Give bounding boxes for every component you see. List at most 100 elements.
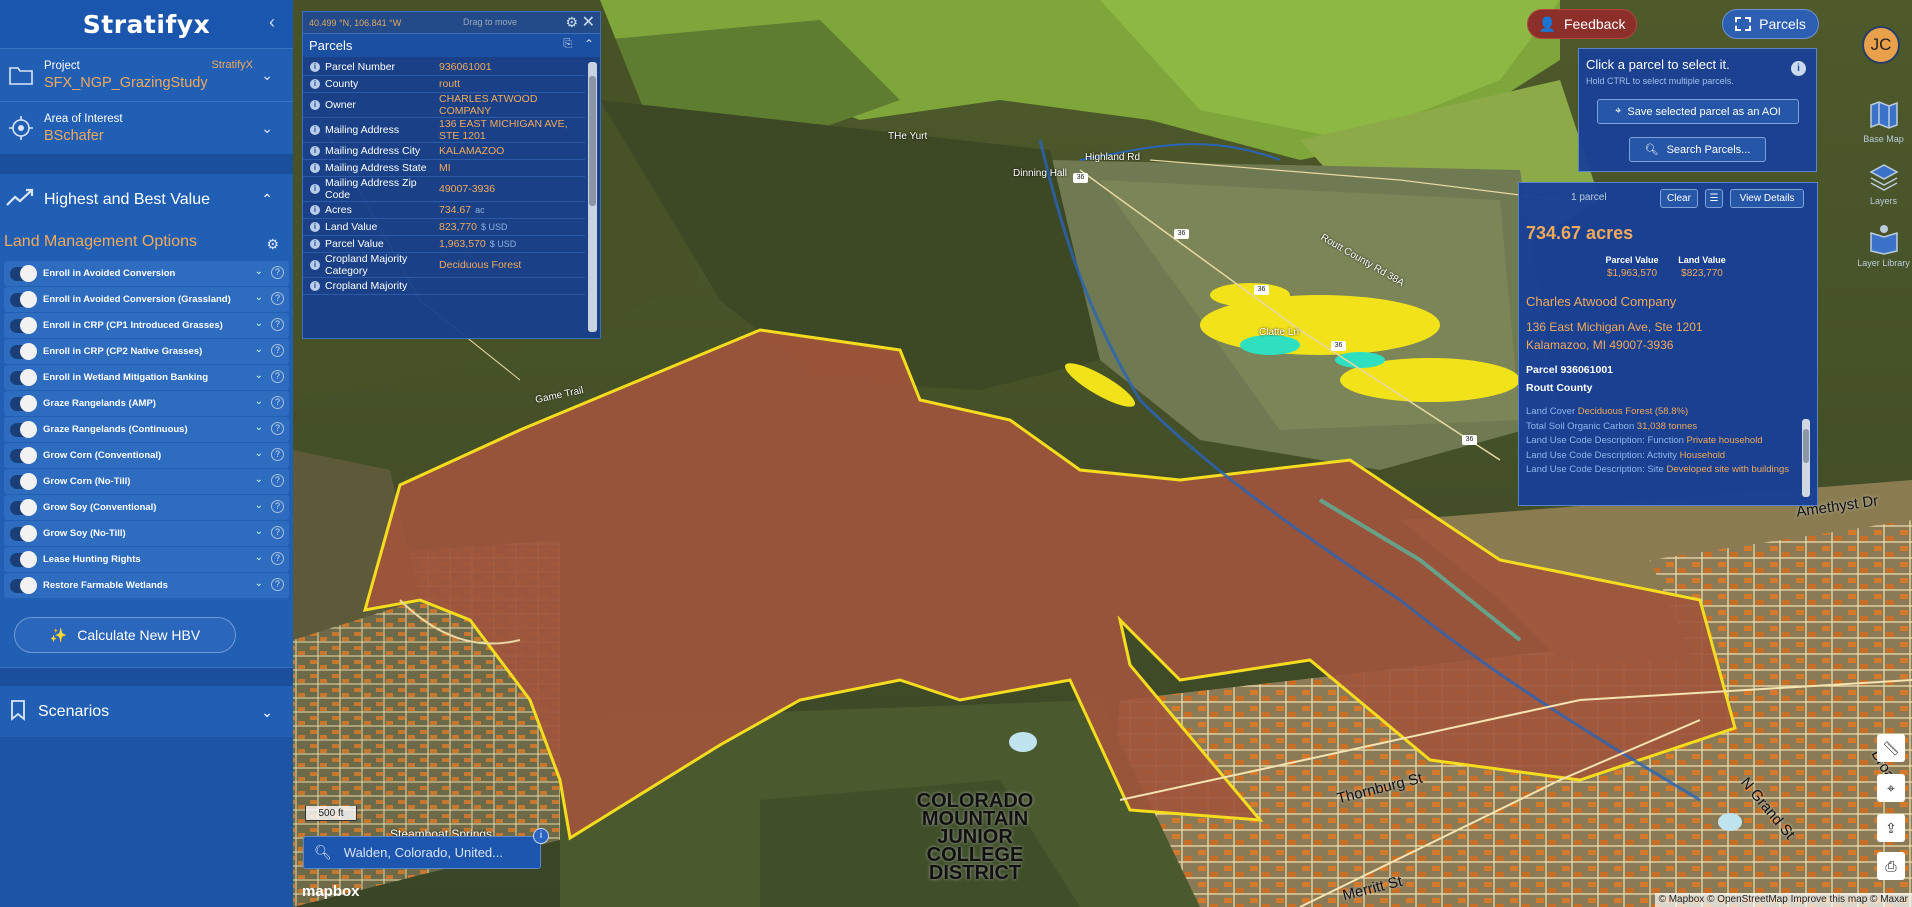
info-icon[interactable]: i (310, 163, 320, 173)
view-details-button[interactable]: View Details (1730, 189, 1804, 208)
help-icon[interactable]: ? (271, 318, 284, 331)
export-icon[interactable]: ⇪ (1877, 814, 1905, 842)
chevron-down-icon[interactable]: ⌄ (255, 266, 263, 277)
info-icon[interactable]: i (310, 79, 320, 89)
info-icon[interactable]: i (310, 62, 320, 72)
save-aoi-button[interactable]: ⌖ Save selected parcel as an AOI (1597, 99, 1799, 124)
option-row[interactable]: Grow Soy (No-Till) ⌄? (4, 521, 289, 546)
parcels-button[interactable]: Parcels (1722, 9, 1819, 39)
help-icon[interactable]: ? (271, 370, 284, 383)
collapse-sidebar-button[interactable]: ‹ (269, 12, 275, 33)
scenarios-header[interactable]: Scenarios ⌄ (0, 686, 293, 738)
feedback-button[interactable]: 👤 Feedback (1527, 9, 1637, 39)
option-row[interactable]: Enroll in Avoided Conversion ⌄? (4, 261, 289, 286)
panel-drag-bar[interactable]: 40.499 °N, 106.841 °W Drag to move ⚙ ✕ (303, 12, 600, 33)
toggle-switch[interactable] (10, 264, 37, 282)
help-icon[interactable]: ? (271, 422, 284, 435)
copy-icon[interactable]: ⎘ (563, 38, 572, 51)
clear-button[interactable]: Clear (1660, 189, 1698, 208)
chevron-down-icon[interactable]: ⌄ (255, 474, 263, 485)
chevron-down-icon[interactable]: ⌄ (255, 500, 263, 511)
toggle-switch[interactable] (10, 576, 37, 594)
option-row[interactable]: Enroll in Avoided Conversion (Grassland)… (4, 287, 289, 312)
scrollbar[interactable] (588, 62, 597, 332)
option-row[interactable]: Enroll in CRP (CP1 Introduced Grasses) ⌄? (4, 313, 289, 338)
option-row[interactable]: Restore Farmable Wetlands ⌄? (4, 573, 289, 598)
map-attribution[interactable]: © Mapbox © OpenStreetMap Improve this ma… (1654, 893, 1912, 907)
location-search[interactable]: 🔍︎ (303, 836, 541, 869)
toggle-switch[interactable] (10, 368, 37, 386)
project-selector[interactable]: Project SFX_NGP_GrazingStudy StratifyX ⌄ (0, 48, 293, 101)
help-icon[interactable]: ? (271, 526, 284, 539)
help-icon[interactable]: ? (271, 474, 284, 487)
option-row[interactable]: Graze Rangelands (Continuous) ⌄? (4, 417, 289, 442)
toggle-switch[interactable] (10, 316, 37, 334)
help-icon[interactable]: ? (271, 396, 284, 409)
chevron-down-icon[interactable]: ⌄ (255, 526, 263, 537)
chevron-down-icon[interactable]: ⌄ (255, 448, 263, 459)
option-row[interactable]: Graze Rangelands (AMP) ⌄? (4, 391, 289, 416)
info-icon[interactable]: i (310, 239, 320, 249)
help-icon[interactable]: ? (271, 448, 284, 461)
info-icon[interactable]: i (1791, 61, 1806, 76)
toggle-switch[interactable] (10, 472, 37, 490)
chevron-down-icon[interactable]: ⌄ (255, 344, 263, 355)
toggle-switch[interactable] (10, 524, 37, 542)
gear-icon[interactable]: ⚙ (565, 14, 578, 31)
info-icon[interactable]: i (310, 146, 320, 156)
location-search-input[interactable] (343, 845, 524, 860)
chevron-down-icon[interactable]: ⌄ (255, 396, 263, 407)
option-row[interactable]: Grow Corn (No-Till) ⌄? (4, 469, 289, 494)
chevron-up-icon[interactable]: ⌃ (584, 37, 594, 51)
chevron-down-icon[interactable]: ⌄ (255, 578, 263, 589)
info-icon[interactable]: i (310, 222, 320, 232)
calculate-hbv-button[interactable]: ✨ Calculate New HBV (14, 617, 236, 653)
chevron-down-icon[interactable]: ⌄ (255, 422, 263, 433)
locate-icon[interactable]: ⌖ (1877, 774, 1905, 802)
ruler-icon[interactable]: 📏︎ (1877, 734, 1905, 762)
chevron-down-icon[interactable]: ⌄ (255, 552, 263, 563)
list-icon[interactable]: ☰ (1705, 189, 1723, 208)
help-icon[interactable]: ? (271, 500, 284, 513)
hbv-section-header[interactable]: Highest and Best Value ⌃ (0, 174, 293, 226)
tool-layer-library[interactable]: Layer Library (1855, 220, 1912, 282)
help-icon[interactable]: ? (271, 266, 284, 279)
aoi-selector[interactable]: Area of Interest BSchafer ⌄ (0, 101, 293, 154)
help-icon[interactable]: ? (271, 292, 284, 305)
toggle-switch[interactable] (10, 420, 37, 438)
info-icon[interactable]: i (310, 184, 320, 194)
search-parcels-label: Search Parcels... (1666, 143, 1751, 156)
gear-icon[interactable]: ⚙ (266, 236, 279, 253)
option-row[interactable]: Grow Soy (Conventional) ⌄? (4, 495, 289, 520)
chevron-down-icon[interactable]: ⌄ (255, 292, 263, 303)
info-icon[interactable]: i (310, 281, 320, 291)
search-parcels-button[interactable]: 🔍︎ Search Parcels... (1629, 137, 1766, 162)
option-row[interactable]: Enroll in Wetland Mitigation Banking ⌄? (4, 365, 289, 390)
scrollbar[interactable] (1802, 419, 1810, 497)
toggle-switch[interactable] (10, 342, 37, 360)
print-icon[interactable]: ⎙ (1877, 852, 1905, 880)
toggle-switch[interactable] (10, 550, 37, 568)
toggle-switch[interactable] (10, 446, 37, 464)
parcel-attributes-panel[interactable]: 40.499 °N, 106.841 °W Drag to move ⚙ ✕ P… (302, 11, 601, 339)
toggle-switch[interactable] (10, 498, 37, 516)
option-row[interactable]: Lease Hunting Rights ⌄? (4, 547, 289, 572)
info-icon[interactable]: i (310, 100, 320, 110)
info-icon[interactable]: i (310, 260, 320, 270)
chevron-down-icon[interactable]: ⌄ (255, 318, 263, 329)
tool-layers[interactable]: Layers (1855, 158, 1912, 220)
close-icon[interactable]: ✕ (582, 12, 595, 32)
toggle-switch[interactable] (10, 290, 37, 308)
option-row[interactable]: Enroll in CRP (CP2 Native Grasses) ⌄? (4, 339, 289, 364)
info-icon[interactable]: i (310, 125, 320, 135)
toggle-switch[interactable] (10, 394, 37, 412)
avatar[interactable]: JC (1862, 26, 1900, 64)
help-icon[interactable]: ? (271, 578, 284, 591)
info-icon[interactable]: i (310, 205, 320, 215)
tool-base-map[interactable]: Base Map (1855, 96, 1912, 158)
help-icon[interactable]: ? (271, 344, 284, 357)
option-row[interactable]: Grow Corn (Conventional) ⌄? (4, 443, 289, 468)
info-icon[interactable]: i (533, 828, 549, 844)
help-icon[interactable]: ? (271, 552, 284, 565)
chevron-down-icon[interactable]: ⌄ (255, 370, 263, 381)
